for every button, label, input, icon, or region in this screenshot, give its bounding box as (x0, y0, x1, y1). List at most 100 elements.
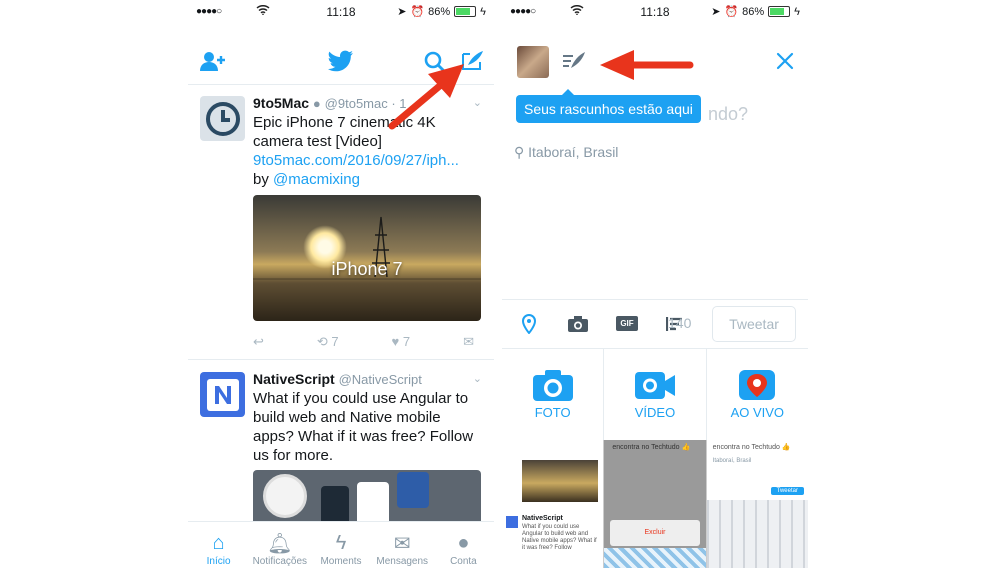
like-icon[interactable]: ♥ (392, 334, 400, 349)
compose-toolbar: GIF 140 Tweetar (502, 299, 808, 349)
avatar[interactable] (200, 372, 245, 417)
nativescript-logo-icon (206, 378, 239, 411)
live-option[interactable]: AO VIVO (707, 348, 808, 440)
apple-icon: ● (312, 96, 321, 111)
retweet-count: 7 (331, 334, 339, 349)
charging-icon: ϟ (794, 5, 800, 18)
close-icon[interactable] (775, 51, 795, 76)
tweet-text-line: us for more. (253, 447, 334, 464)
tweet-card[interactable]: NativeScript @NativeScript What if you c… (188, 360, 494, 530)
camera-roll-thumbnail[interactable]: encontra no Techtudo 👍 Itaboraí, Brasil … (706, 440, 808, 568)
envelope-icon: ✉ (393, 532, 411, 555)
status-bar: ●●●●○ 11:18 ➤ ⏰ 86% ϟ (502, 0, 808, 24)
direct-message-icon[interactable]: ✉ (463, 334, 474, 350)
location-pin-icon: ⚲ (514, 144, 525, 160)
video-label: VÍDEO (634, 405, 676, 420)
thumb-location: Itaboraí, Brasil (712, 458, 752, 464)
tweet-text-line: build web and Native mobile (253, 409, 441, 426)
tweet-image[interactable]: iPhone 7 (253, 195, 481, 321)
location-label[interactable]: ⚲ Itaboraí, Brasil (514, 144, 618, 161)
mention-link[interactable]: @macmixing (273, 171, 360, 188)
home-icon: ⌂ (212, 531, 225, 554)
tab-label: Conta (450, 556, 477, 567)
status-bar: ●●●●○ 11:18 ➤ ⏰ 86% ϟ (188, 0, 494, 24)
tweet-text-line: camera test [Video] (253, 133, 382, 150)
tab-account[interactable]: ● Conta (433, 522, 494, 588)
battery-percent: 86% (742, 5, 765, 18)
tab-label: Mensagens (376, 556, 429, 567)
twitter-bird-icon (328, 50, 354, 77)
camera-roll: NativeScript What if you could use Angul… (502, 440, 808, 568)
lightning-icon: ϟ (335, 531, 347, 554)
clock-logo-icon (205, 101, 240, 136)
tab-label: Início (206, 556, 231, 567)
tab-messages[interactable]: ✉ Mensagens (372, 522, 433, 588)
live-label: AO VIVO (730, 405, 785, 420)
photo-label: FOTO (534, 405, 571, 420)
bell-icon: 🔔︎ (267, 532, 293, 555)
alarm-icon: ⏰ (724, 6, 739, 18)
camera-icon (532, 370, 573, 401)
camera-icon[interactable] (567, 315, 589, 338)
reply-icon[interactable]: ↩ (253, 334, 264, 350)
user-avatar[interactable] (517, 46, 549, 78)
tab-label: Notificações (252, 556, 308, 567)
annotation-arrow (600, 50, 694, 80)
charging-icon: ϟ (480, 5, 486, 18)
thumb-keyboard (706, 500, 808, 568)
media-options: FOTO VÍDEO AO VIVO (502, 348, 808, 440)
camera-roll-thumbnail[interactable]: encontra no Techtudo 👍 Excluir (604, 440, 706, 568)
drafts-tooltip: Seus rascunhos estão aqui (516, 89, 701, 123)
person-icon: ● (457, 531, 470, 554)
tab-notifications[interactable]: 🔔︎ Notificações (249, 522, 310, 588)
timeline-screen: ●●●●○ 11:18 ➤ ⏰ 86% ϟ 9to5Mac ● @9to5mac… (188, 0, 494, 588)
thumb-text: encontra no Techtudo 👍 (712, 444, 791, 451)
tab-moments[interactable]: ϟ Moments (310, 522, 371, 588)
character-count: 140 (668, 315, 692, 331)
location-pin-icon[interactable] (521, 313, 537, 339)
tweet-author-name[interactable]: 9to5Mac (253, 95, 309, 111)
thumb-tweet-button: Tweetar (770, 487, 804, 495)
photo-option[interactable]: FOTO (502, 348, 605, 440)
tab-label: Moments (320, 556, 362, 567)
thumb-avatar (506, 516, 518, 528)
battery-percent: 86% (428, 5, 451, 18)
gif-icon[interactable]: GIF (616, 316, 638, 331)
annotation-arrow (388, 64, 464, 130)
tweet-author-name[interactable]: NativeScript (253, 371, 335, 387)
thumb-text: encontra no Techtudo 👍 (612, 444, 691, 451)
video-option[interactable]: VÍDEO (604, 348, 707, 440)
battery-icon (768, 6, 791, 17)
tablet-mockup (397, 472, 429, 508)
tab-home[interactable]: ⌂ Início (188, 522, 249, 588)
avatar[interactable] (200, 96, 245, 141)
video-icon (634, 372, 675, 399)
tweet-text-line: What if you could use Angular to (253, 390, 469, 407)
periscope-icon (739, 370, 776, 400)
thumb-sheet: Excluir (610, 520, 700, 546)
tweet-handle: @NativeScript (338, 372, 422, 387)
add-user-icon[interactable] (200, 50, 226, 77)
thumb-author: NativeScript (522, 515, 563, 522)
drafts-icon[interactable] (562, 50, 586, 77)
thumb-text: What if you could use Angular to build w… (522, 524, 597, 551)
image-caption: iPhone 7 (331, 259, 403, 279)
power-tower-icon (253, 216, 481, 280)
thumb-pattern (604, 548, 706, 568)
tweet-actions: ↩ ⟲ 7 ♥ 7 ✉ (253, 334, 474, 350)
location-arrow-icon: ➤ (397, 6, 407, 18)
coffee-cup (263, 474, 307, 518)
tweet-button[interactable]: Tweetar (712, 306, 796, 342)
tweet-text-line: apps? What if it was free? Follow (253, 428, 474, 445)
thumb-preview-image (522, 460, 598, 502)
location-arrow-icon: ➤ (711, 6, 721, 18)
tweet-link[interactable]: 9to5mac.com/2016/09/27/iph... (253, 151, 482, 170)
compose-text-input[interactable]: ndo? (708, 104, 748, 125)
tab-bar: ⌂ Início 🔔︎ Notificações ϟ Moments ✉ Men… (188, 521, 494, 588)
retweet-icon[interactable]: ⟲ (317, 334, 328, 349)
camera-roll-thumbnail[interactable]: NativeScript What if you could use Angul… (502, 440, 604, 568)
alarm-icon: ⏰ (410, 6, 425, 18)
tweet-text-line: by (253, 171, 269, 188)
battery-icon (454, 6, 477, 17)
chevron-down-icon[interactable]: ⌄ (473, 372, 482, 385)
